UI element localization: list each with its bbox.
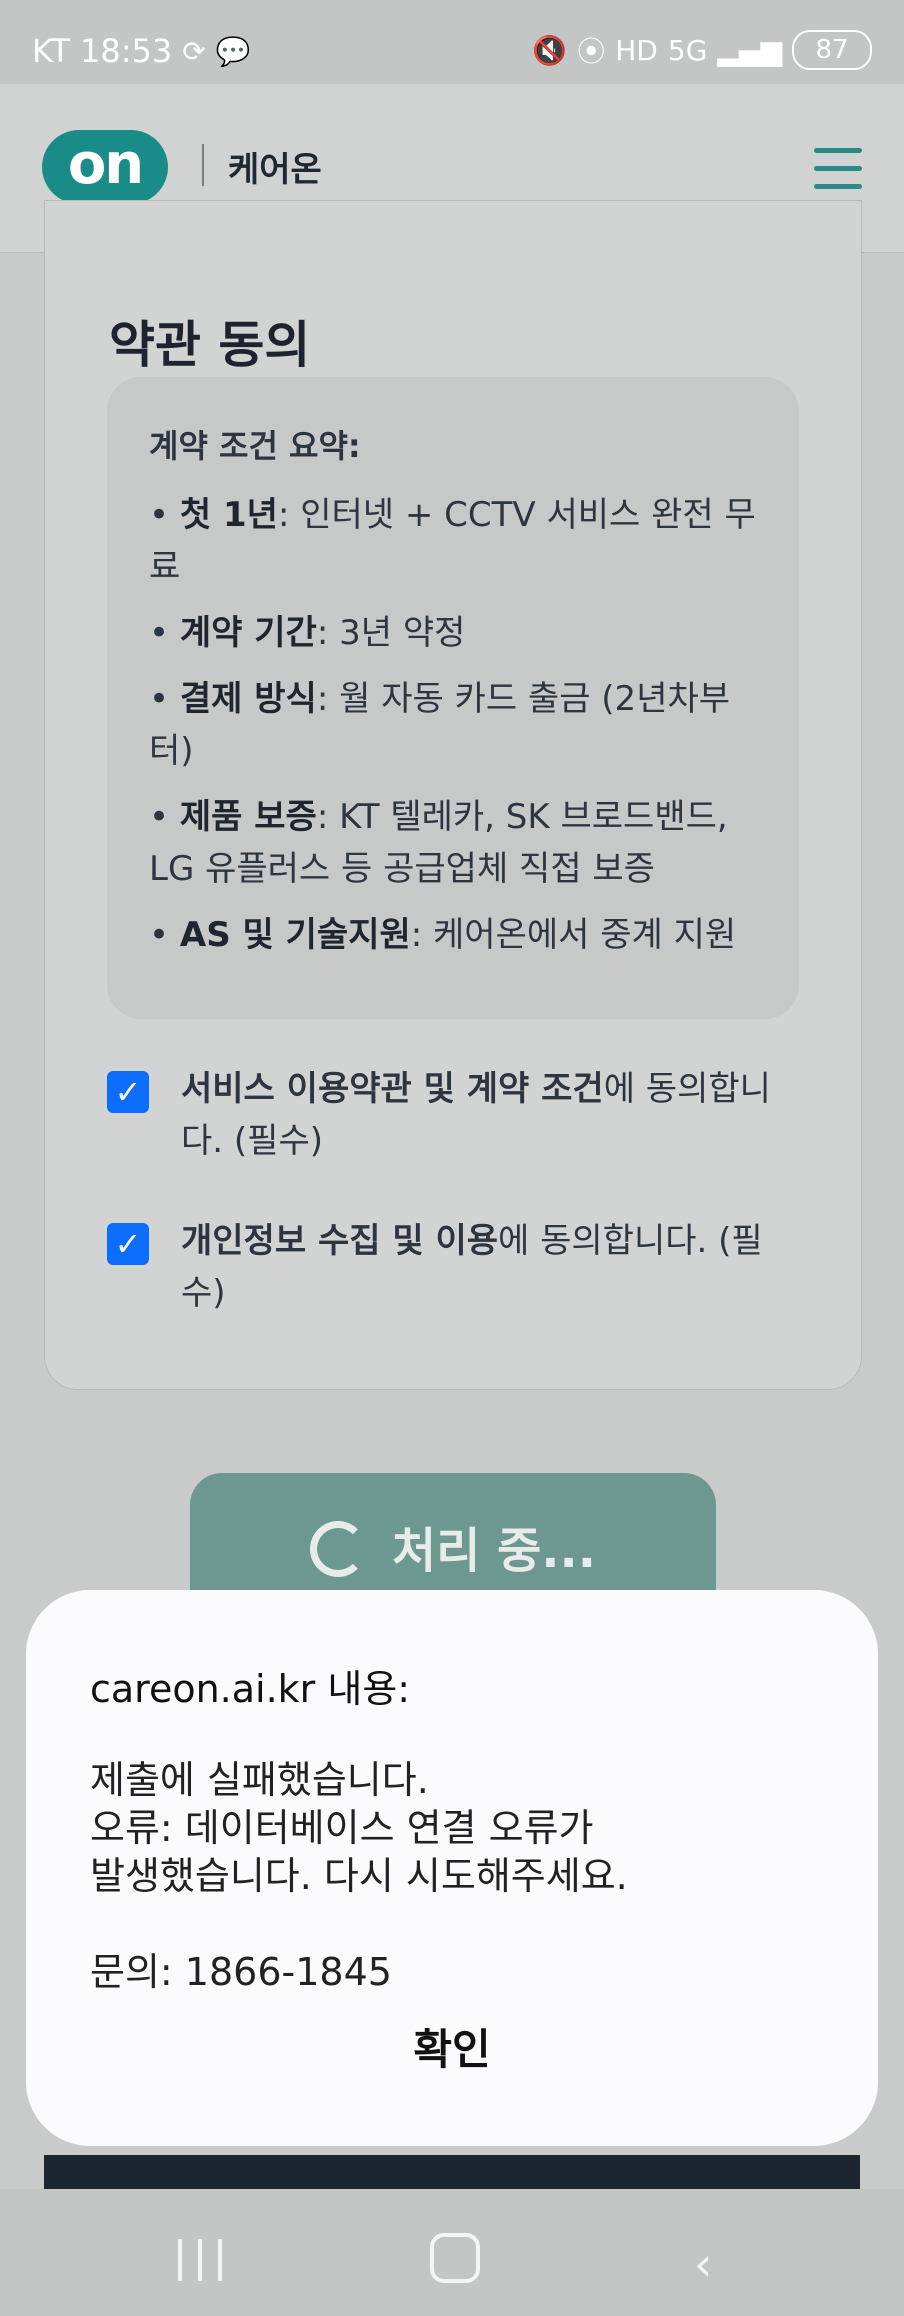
android-navigation-bar: ‹ — [0, 2189, 904, 2316]
header-divider — [202, 144, 204, 186]
dialog-title: careon.ai.kr 내용: — [90, 1667, 411, 1711]
signal-icon: ⦿ — [577, 35, 606, 68]
battery-icon: 87 — [792, 30, 872, 70]
mute-icon: 🔇 — [532, 33, 568, 67]
summary-item: • AS 및 기술지원: 케어온에서 중계 지원 — [149, 915, 737, 955]
agreement-bold-label: 서비스 이용약관 및 계약 조건 — [181, 1069, 604, 1109]
contract-summary: 계약 조건 요약: • 첫 1년: 인터넷 + CCTV 서비스 완전 무료 •… — [107, 377, 799, 1019]
summary-item: • 결제 방식: 월 자동 카드 출금 (2년차부터) — [149, 679, 731, 771]
cell-signal-icon: ▂▄▆ — [717, 33, 782, 67]
brand-name: 케어온 — [228, 150, 322, 190]
summary-item-label: AS 및 기술지원 — [179, 915, 411, 955]
summary-title: 계약 조건 요약: — [149, 427, 361, 465]
time: 18:53 — [80, 32, 173, 70]
alert-dialog: careon.ai.kr 내용: 제출에 실패했습니다. 오류: 데이터베이스 … — [26, 1590, 878, 2146]
dialog-message: 제출에 실패했습니다. 오류: 데이터베이스 연결 오류가 발생했습니다. 다시… — [90, 1758, 628, 1994]
summary-item-label: 계약 기간 — [179, 613, 317, 653]
chat-icon: 💬 — [215, 34, 251, 68]
home-icon[interactable] — [430, 2233, 480, 2283]
summary-item-label: 결제 방식 — [179, 679, 317, 719]
summary-list: • 첫 1년: 인터넷 + CCTV 서비스 완전 무료 • 계약 기간: 3년… — [149, 489, 765, 975]
dialog-ok-button[interactable]: 확인 — [26, 2016, 878, 2077]
terms-title: 약관 동의 — [109, 315, 311, 374]
summary-item: • 제품 보증: KT 텔레카, SK 브로드밴드, LG 유플러스 등 공급업… — [149, 797, 728, 889]
loading-spinner-icon — [310, 1521, 367, 1577]
submit-button-label: 처리 중... — [392, 1523, 596, 1579]
checkbox-checked-icon[interactable]: ✓ — [107, 1223, 149, 1265]
summary-item-label: 제품 보증 — [179, 797, 317, 837]
status-bar: KT 18:53 ⟳ 💬 🔇 ⦿ HD 5G ▂▄▆ 87 — [0, 0, 904, 84]
summary-item: • 계약 기간: 3년 약정 — [149, 613, 466, 653]
logo[interactable]: on — [42, 130, 168, 204]
5g-icon: 5G — [667, 33, 708, 67]
hd-icon: HD — [615, 33, 658, 67]
battery-level: 87 — [815, 35, 849, 65]
recents-icon[interactable] — [178, 2239, 224, 2281]
hamburger-menu-icon[interactable] — [814, 148, 862, 190]
terms-agreement-label[interactable]: 서비스 이용약관 및 계약 조건에 동의합니다. (필수) — [181, 1063, 801, 1167]
refresh-icon: ⟳ — [182, 34, 206, 68]
summary-item-text: : 3년 약정 — [316, 613, 466, 653]
agreement-bold-label: 개인정보 수집 및 이용 — [181, 1221, 499, 1261]
summary-item-label: 첫 1년 — [179, 495, 278, 535]
terms-card: 약관 동의 계약 조건 요약: • 첫 1년: 인터넷 + CCTV 서비스 완… — [44, 200, 862, 1390]
logo-text: on — [67, 132, 144, 197]
privacy-agreement-label[interactable]: 개인정보 수집 및 이용에 동의합니다. (필수) — [181, 1215, 801, 1319]
summary-item-text: : 케어온에서 중계 지원 — [410, 915, 737, 955]
back-icon[interactable]: ‹ — [694, 2237, 712, 2291]
checkbox-checked-icon[interactable]: ✓ — [107, 1071, 149, 1113]
carrier: KT — [32, 32, 71, 70]
terms-agreement-checkbox-row[interactable]: ✓ 서비스 이용약관 및 계약 조건에 동의합니다. (필수) — [107, 1063, 847, 1167]
summary-item: • 첫 1년: 인터넷 + CCTV 서비스 완전 무료 — [149, 495, 756, 587]
privacy-agreement-checkbox-row[interactable]: ✓ 개인정보 수집 및 이용에 동의합니다. (필수) — [107, 1215, 847, 1319]
